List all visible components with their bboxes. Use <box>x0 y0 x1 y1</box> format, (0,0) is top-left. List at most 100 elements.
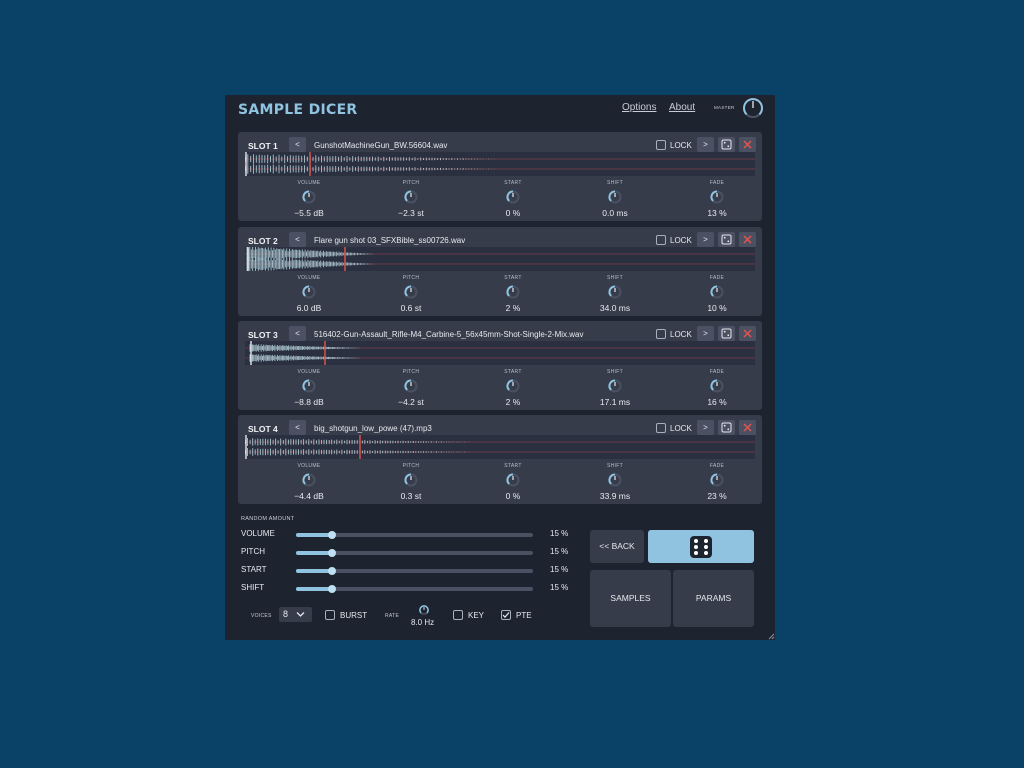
slider-fill <box>296 533 332 537</box>
next-sample-button[interactable]: > <box>697 420 714 435</box>
sample-filename: 516402-Gun-Assault_Rifle-M4_Carbine-5_56… <box>314 330 584 339</box>
slider-track[interactable] <box>296 549 533 557</box>
params-button[interactable]: PARAMS <box>673 570 754 627</box>
param-knob[interactable] <box>607 472 623 488</box>
dice-small-icon <box>721 139 732 150</box>
param-knob[interactable] <box>709 378 725 394</box>
param-knob[interactable] <box>607 378 623 394</box>
lock-checkbox[interactable] <box>656 140 666 150</box>
waveform-display[interactable] <box>245 247 755 271</box>
next-sample-button[interactable]: > <box>697 137 714 152</box>
clear-slot-button[interactable] <box>739 232 756 247</box>
waveform-background <box>245 247 755 271</box>
dice-icon <box>690 536 712 558</box>
param-volume: VOLUME −8.8 dB <box>269 369 349 407</box>
param-knob[interactable] <box>403 284 419 300</box>
param-volume: VOLUME −5.5 dB <box>269 180 349 218</box>
voices-select[interactable]: 8 <box>279 607 312 622</box>
burst-checkbox[interactable] <box>325 610 335 620</box>
rate-value: 8.0 Hz <box>411 618 435 627</box>
param-knob[interactable] <box>301 189 317 205</box>
key-checkbox[interactable] <box>453 610 463 620</box>
slider-thumb[interactable] <box>328 549 336 557</box>
slider-track[interactable] <box>296 585 533 593</box>
waveform-display[interactable] <box>245 341 755 365</box>
param-knob[interactable] <box>505 472 521 488</box>
key-label: KEY <box>468 611 485 620</box>
param-knob[interactable] <box>607 284 623 300</box>
randomize-slot-button[interactable] <box>718 232 735 247</box>
param-pitch: PITCH 0.6 st <box>371 275 451 313</box>
checkmark-icon <box>502 612 510 619</box>
param-knob[interactable] <box>505 378 521 394</box>
param-shift: SHIFT 34.0 ms <box>575 275 655 313</box>
slider-fill <box>296 569 332 573</box>
lock-label: LOCK <box>670 141 692 150</box>
prev-sample-button[interactable]: < <box>289 420 306 435</box>
param-value: 34.0 ms <box>599 303 631 313</box>
param-knob[interactable] <box>709 284 725 300</box>
close-icon <box>743 140 752 149</box>
param-value: 0 % <box>505 491 521 501</box>
randomize-slot-button[interactable] <box>718 137 735 152</box>
randomize-slot-button[interactable] <box>718 326 735 341</box>
param-knob[interactable] <box>709 189 725 205</box>
param-value: −2.3 st <box>398 208 424 218</box>
prev-sample-button[interactable]: < <box>289 137 306 152</box>
clear-slot-button[interactable] <box>739 137 756 152</box>
master-knob[interactable] <box>741 96 765 120</box>
param-value: 0.3 st <box>400 491 422 501</box>
lock-checkbox[interactable] <box>656 329 666 339</box>
next-sample-button[interactable]: > <box>697 232 714 247</box>
clear-slot-button[interactable] <box>739 420 756 435</box>
param-knob[interactable] <box>505 284 521 300</box>
clear-slot-button[interactable] <box>739 326 756 341</box>
resize-grip-icon[interactable] <box>767 632 775 640</box>
param-knob[interactable] <box>403 189 419 205</box>
param-knob[interactable] <box>403 472 419 488</box>
slider-thumb[interactable] <box>328 585 336 593</box>
param-knob[interactable] <box>301 378 317 394</box>
lock-checkbox[interactable] <box>656 235 666 245</box>
slider-thumb[interactable] <box>328 531 336 539</box>
param-knob[interactable] <box>709 472 725 488</box>
about-link[interactable]: About <box>669 102 695 113</box>
samples-button[interactable]: SAMPLES <box>590 570 671 627</box>
randomize-dice-button[interactable] <box>648 530 754 563</box>
lock-checkbox[interactable] <box>656 423 666 433</box>
back-button[interactable]: << BACK <box>590 530 644 563</box>
app-title: SAMPLE DICER <box>238 102 358 118</box>
prev-sample-button[interactable]: < <box>289 326 306 341</box>
waveform-display[interactable] <box>245 152 755 176</box>
next-sample-button[interactable]: > <box>697 326 714 341</box>
param-label: PITCH <box>402 180 420 186</box>
prev-sample-button[interactable]: < <box>289 232 306 247</box>
param-value: 2 % <box>505 397 521 407</box>
param-shift: SHIFT 0.0 ms <box>575 180 655 218</box>
param-knob[interactable] <box>403 378 419 394</box>
slider-thumb[interactable] <box>328 567 336 575</box>
param-start: START 2 % <box>473 369 553 407</box>
slider-value: 15 % <box>550 565 569 574</box>
param-value: 16 % <box>707 397 727 407</box>
randomize-slot-button[interactable] <box>718 420 735 435</box>
param-knob[interactable] <box>505 189 521 205</box>
slider-fill <box>296 551 332 555</box>
rate-knob[interactable] <box>418 604 430 616</box>
waveform-display[interactable] <box>245 435 755 459</box>
param-label: FADE <box>709 369 725 375</box>
slider-track[interactable] <box>296 567 533 575</box>
param-shift: SHIFT 17.1 ms <box>575 369 655 407</box>
param-knob[interactable] <box>301 284 317 300</box>
slider-track[interactable] <box>296 531 533 539</box>
options-link[interactable]: Options <box>622 102 656 113</box>
lock-label: LOCK <box>670 330 692 339</box>
slot-label: SLOT 1 <box>248 141 278 151</box>
param-value: 23 % <box>707 491 727 501</box>
param-knob[interactable] <box>301 472 317 488</box>
pte-checkbox[interactable] <box>501 610 511 620</box>
param-knob[interactable] <box>607 189 623 205</box>
slider-fill <box>296 587 332 591</box>
param-label: START <box>504 180 522 186</box>
param-value: 0 % <box>505 208 521 218</box>
